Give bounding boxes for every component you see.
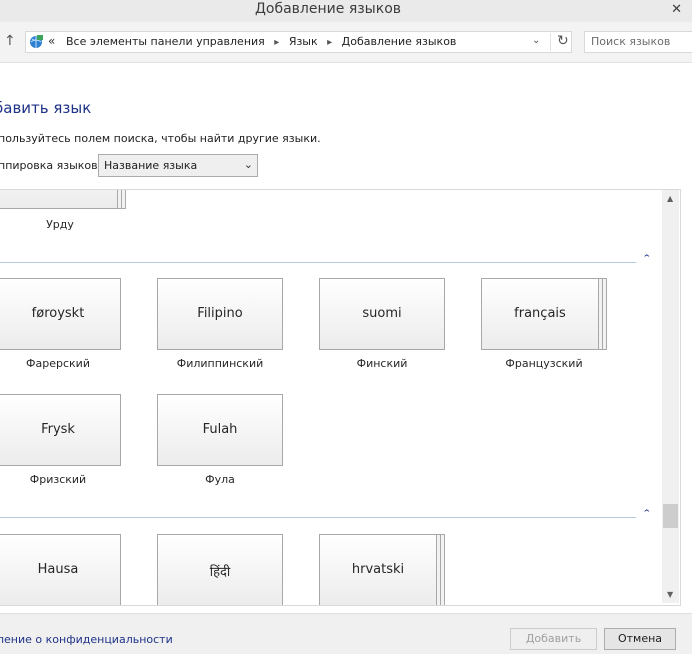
privacy-statement-link[interactable]: ление о конфиденциальности	[0, 633, 173, 646]
collapse-group-icon[interactable]: ⌃	[642, 509, 652, 519]
close-icon[interactable]: ✕	[671, 2, 682, 17]
navigation-bar: ↑ « Все элементы панели управления ▸ Язы…	[0, 22, 692, 63]
language-tile-urdu[interactable]	[0, 190, 118, 209]
breadcrumb-item-language[interactable]: Язык	[289, 35, 318, 48]
language-tile-faroese[interactable]: føroyskt	[0, 278, 121, 350]
language-native-name: हिंदी	[209, 565, 231, 580]
language-tile-french[interactable]: français	[481, 278, 599, 350]
cancel-button[interactable]: Отмена	[604, 628, 676, 650]
breadcrumb-item-all-control-panel[interactable]: Все элементы панели управления	[66, 35, 265, 48]
grouping-label: ппировка языков:	[0, 159, 102, 172]
address-bar[interactable]: « Все элементы панели управления ▸ Язык …	[25, 31, 572, 53]
breadcrumb: Все элементы панели управления ▸ Язык ▸ …	[66, 35, 456, 48]
language-tile-fulah[interactable]: Fulah	[157, 394, 283, 466]
scroll-down-icon[interactable]: ▼	[667, 590, 673, 599]
language-native-name: Frysk	[41, 422, 75, 437]
chevron-down-icon[interactable]: ⌄	[532, 35, 540, 46]
up-arrow-icon[interactable]: ↑	[4, 33, 16, 49]
page-title: бавить язык	[0, 99, 92, 117]
window-title: Добавление языков	[254, 1, 402, 17]
language-list: Урду ⌃ føroyskt Фарерский Filipino Филип…	[0, 189, 681, 606]
language-native-name: Hausa	[37, 562, 79, 577]
language-tile-filipino[interactable]: Filipino	[157, 278, 283, 350]
collapse-group-icon[interactable]: ⌃	[642, 254, 652, 264]
language-caption-frisian: Фризский	[29, 473, 87, 486]
language-caption-filipino: Филиппинский	[176, 357, 264, 370]
language-tile-croatian[interactable]: hrvatski	[319, 534, 437, 605]
language-tile-hindi[interactable]: हिंदी	[157, 534, 283, 605]
search-hint: пользуйтесь полем поиска, чтобы найти др…	[0, 132, 321, 145]
language-native-name: føroyskt	[31, 306, 85, 321]
language-caption-faroese: Фарерский	[26, 357, 90, 370]
group-divider	[0, 517, 636, 518]
language-tile-hausa[interactable]: Hausa	[0, 534, 121, 605]
language-caption-fulah: Фула	[205, 473, 235, 486]
title-bar: Добавление языков ✕	[0, 0, 692, 22]
address-overflow-button[interactable]: «	[48, 34, 55, 48]
dialog-footer: ление о конфиденциальности Добавить Отме…	[0, 613, 692, 654]
tile-stack-marker	[441, 534, 445, 605]
scrollbar-thumb[interactable]	[663, 504, 678, 528]
breadcrumb-separator-icon[interactable]: ▸	[274, 37, 279, 48]
add-button[interactable]: Добавить	[510, 628, 597, 650]
group-divider	[0, 262, 636, 263]
search-input[interactable]: Поиск языков	[584, 31, 692, 53]
refresh-icon[interactable]: ↻	[550, 33, 569, 51]
vertical-scrollbar[interactable]: ▲ ▼	[662, 190, 679, 603]
language-native-name: suomi	[362, 306, 402, 321]
language-caption-french: Французский	[505, 357, 583, 370]
language-native-name: Fulah	[202, 422, 238, 437]
breadcrumb-separator-icon[interactable]: ▸	[327, 37, 332, 48]
language-tile-finnish[interactable]: suomi	[319, 278, 445, 350]
tile-stack-marker	[122, 190, 126, 209]
grouping-select[interactable]: Название языка ⌄	[98, 154, 258, 177]
search-placeholder: Поиск языков	[591, 35, 671, 48]
control-panel-globe-icon	[30, 35, 43, 48]
breadcrumb-item-add-languages[interactable]: Добавление языков	[342, 35, 457, 48]
language-native-name: Filipino	[197, 306, 243, 321]
language-tile-frisian[interactable]: Frysk	[0, 394, 121, 466]
language-caption-finnish: Финский	[356, 357, 408, 370]
language-native-name: français	[514, 306, 566, 321]
chevron-down-icon: ⌄	[243, 158, 253, 171]
tile-stack-marker	[603, 278, 607, 350]
scroll-up-icon[interactable]: ▲	[667, 194, 673, 203]
language-caption-urdu: Урду	[46, 218, 74, 231]
grouping-select-value: Название языка	[104, 159, 198, 172]
language-native-name: hrvatski	[351, 562, 405, 577]
